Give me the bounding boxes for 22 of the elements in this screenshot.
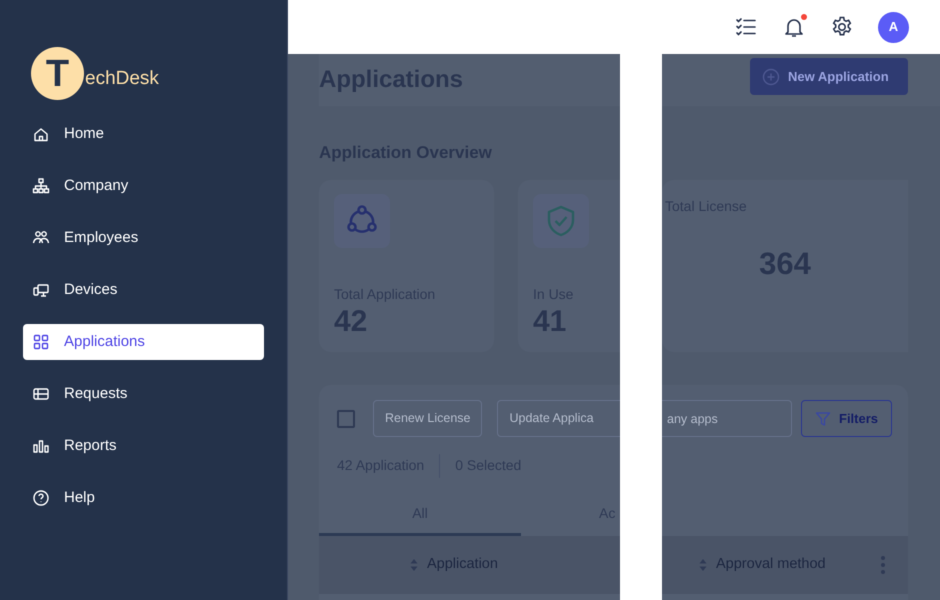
sidebar-item[interactable]: Help (23, 480, 264, 516)
grid-icon (32, 333, 50, 351)
sidebar-item[interactable]: Employees (23, 220, 264, 256)
help-icon (32, 489, 50, 507)
plus-circle-icon (762, 68, 780, 86)
sidebar-item[interactable]: Reports (23, 428, 264, 464)
sidebar-item[interactable]: Company (23, 168, 264, 204)
new-application-button[interactable]: New Application (750, 58, 908, 95)
sidebar-item[interactable]: Applications (23, 324, 264, 360)
hierarchy-icon (32, 177, 50, 195)
filter-icon (815, 410, 831, 426)
sort-icon (409, 558, 419, 572)
sidebar-item[interactable]: Home (23, 116, 264, 152)
user-avatar[interactable]: A (878, 12, 909, 42)
select-all-checkbox[interactable] (337, 410, 355, 428)
sidebar-item[interactable]: Devices (23, 272, 264, 308)
logo-letter: T (31, 47, 84, 100)
sort-icon (698, 558, 708, 572)
renew-license-button[interactable]: Renew License (373, 400, 482, 437)
search-field[interactable]: any apps (662, 400, 792, 437)
sidebar-item[interactable]: Requests (23, 376, 264, 412)
logo-text: echDesk (85, 67, 159, 92)
